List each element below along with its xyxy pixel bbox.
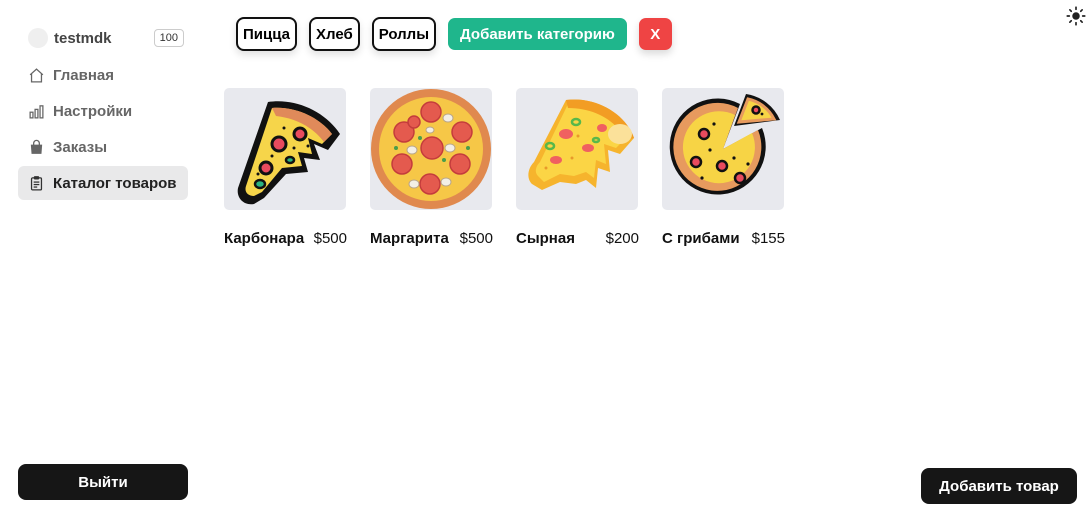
shopping-bag-icon — [30, 139, 43, 154]
bar-chart-icon — [29, 104, 44, 119]
product-card[interactable]: Карбонара $500 — [224, 88, 347, 247]
sidebar-item-home[interactable]: Главная — [18, 58, 188, 92]
sidebar-item-catalog[interactable]: Каталог товаров — [18, 166, 188, 200]
product-name: Карбонара — [224, 230, 305, 247]
pizza-missing-slice-icon — [669, 94, 780, 195]
pepperoni-pizza-icon — [371, 89, 491, 209]
cheese-pizza-slice-icon — [528, 99, 634, 190]
home-icon — [29, 67, 44, 83]
product-name: С грибами — [662, 230, 740, 247]
category-rolls[interactable]: Роллы — [371, 17, 437, 51]
sidebar: testmdk 100 Главная Настройки Заказы Кат… — [18, 20, 188, 200]
product-price: $500 — [459, 230, 493, 247]
product-price: $155 — [751, 230, 785, 247]
product-card[interactable]: С грибами $155 — [662, 88, 785, 247]
category-pizza[interactable]: Пицца — [236, 17, 297, 51]
logout-button[interactable]: Выйти — [18, 464, 188, 500]
product-image — [370, 88, 492, 210]
sidebar-item-label: Заказы — [53, 138, 108, 156]
username: testmdk — [54, 29, 112, 47]
product-image — [662, 88, 784, 210]
product-price: $500 — [313, 230, 347, 247]
add-category-button[interactable]: Добавить категорию — [448, 18, 627, 50]
product-card[interactable]: Сырная $200 — [516, 88, 639, 247]
sun-icon[interactable] — [1066, 6, 1086, 26]
sidebar-item-label: Каталог товаров — [53, 174, 177, 192]
sidebar-item-settings[interactable]: Настройки — [18, 94, 188, 128]
sidebar-item-orders[interactable]: Заказы — [18, 130, 188, 164]
product-name: Маргарита — [370, 230, 449, 247]
product-image — [516, 88, 638, 210]
product-price: $200 — [605, 230, 639, 247]
product-card[interactable]: Маргарита $500 — [370, 88, 493, 247]
category-bar: Пицца Хлеб Роллы Добавить категорию X — [236, 17, 672, 51]
balance-badge: 100 — [153, 29, 184, 47]
sidebar-item-label: Главная — [53, 66, 115, 84]
sidebar-item-label: Настройки — [53, 102, 133, 120]
product-image — [224, 88, 346, 210]
clipboard-icon — [30, 175, 43, 191]
user-profile[interactable]: testmdk 100 — [18, 20, 188, 56]
avatar — [28, 28, 48, 48]
category-bread[interactable]: Хлеб — [308, 17, 360, 51]
product-name: Сырная — [516, 230, 575, 247]
product-grid: Карбонара $500 Маргарита $500 Сырная $20… — [224, 88, 785, 247]
close-button[interactable]: X — [638, 18, 672, 50]
pizza-slice-icon — [237, 101, 340, 205]
add-product-button[interactable]: Добавить товар — [921, 468, 1077, 504]
